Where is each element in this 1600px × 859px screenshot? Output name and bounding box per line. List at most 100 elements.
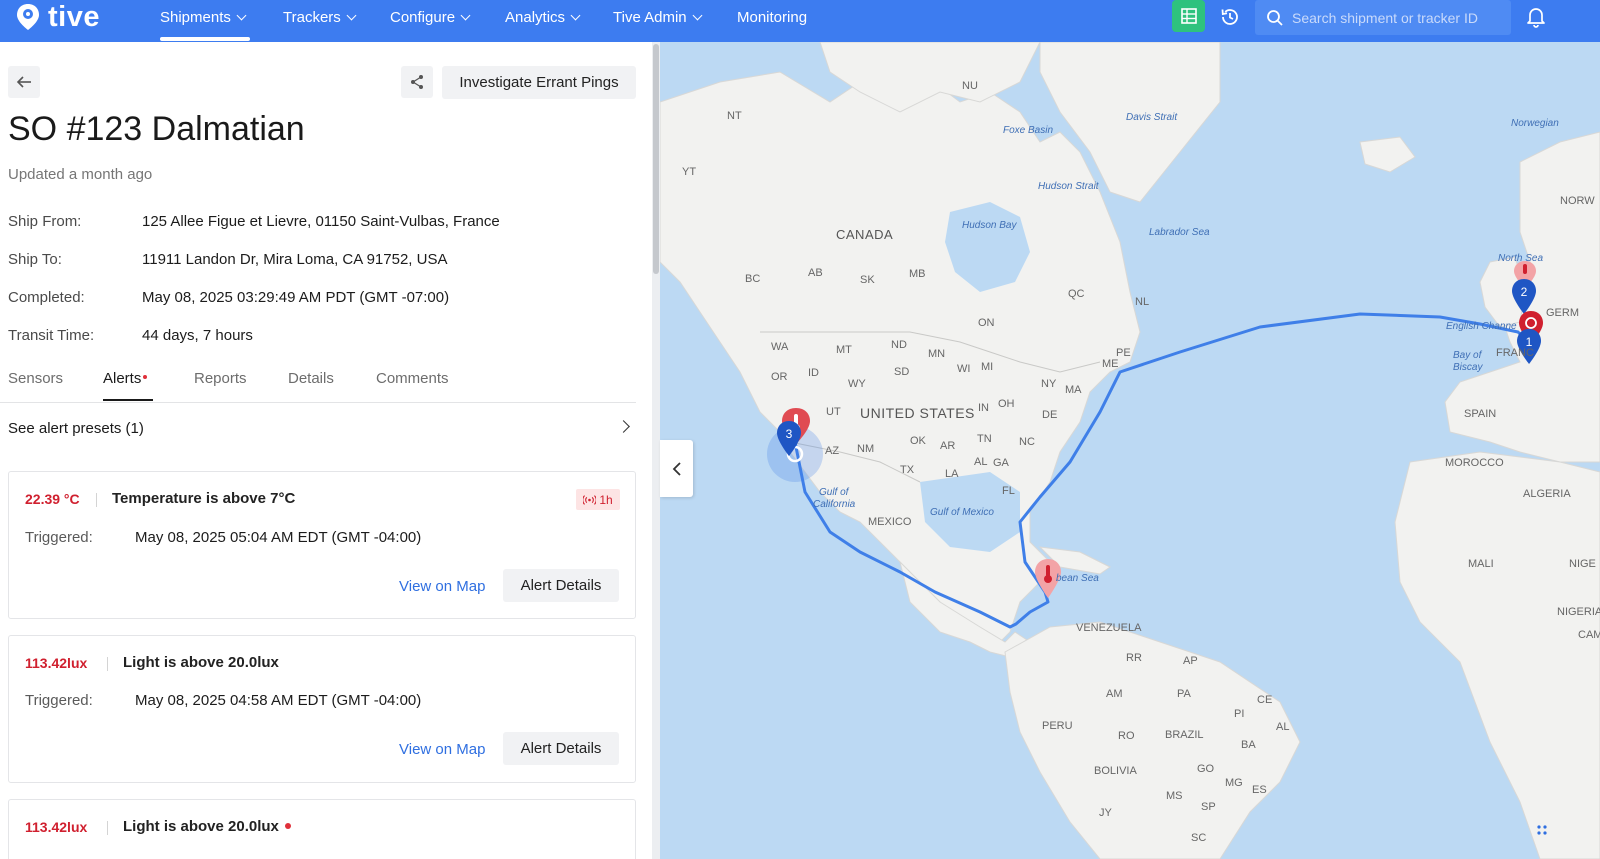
bell-icon	[1527, 8, 1545, 28]
map-label-peru: PERU	[1042, 720, 1073, 732]
map-label-or: OR	[771, 371, 788, 383]
nav-configure[interactable]: Configure	[390, 0, 471, 34]
pin-label: 2	[1521, 285, 1528, 299]
map-label-gulf-of-mexico: Gulf of Mexico	[930, 507, 994, 518]
alert-card: 113.42lux Light is above 20.0lux Trigger…	[8, 635, 636, 783]
collapse-panel-button[interactable]	[660, 440, 693, 497]
view-on-map-link[interactable]: View on Map	[399, 741, 485, 758]
shipment-map[interactable]: 3 2 1 CANADA UNITED STATES MEXICO VENEZU…	[660, 42, 1600, 859]
chevron-right-icon[interactable]	[617, 420, 630, 433]
map-label-tn: TN	[977, 433, 992, 445]
map-label-pi: PI	[1234, 708, 1245, 720]
map-label-norway: NORW	[1560, 195, 1595, 207]
scrollbar-thumb[interactable]	[653, 44, 659, 274]
notifications-button[interactable]	[1522, 0, 1550, 34]
map-label-north-sea: North Sea	[1498, 253, 1544, 264]
map-label-rr: RR	[1126, 652, 1142, 664]
tive-logo[interactable]: tive	[14, 0, 100, 34]
investigate-errant-pings-button[interactable]: Investigate Errant Pings	[442, 66, 636, 99]
map-label-jy: JY	[1099, 807, 1112, 819]
map-label-algeria: ALGERIA	[1523, 488, 1571, 500]
map-label-al: AL	[974, 456, 988, 468]
divider	[107, 657, 108, 671]
map-label-ma: MA	[1065, 384, 1082, 396]
duration-badge: 1h	[576, 489, 620, 510]
triggered-label: Triggered:	[25, 529, 93, 546]
triggered-label: Triggered:	[25, 692, 93, 709]
map-label-labrador-sea: Labrador Sea	[1149, 227, 1210, 238]
nav-label: Trackers	[283, 8, 341, 26]
map-label-tx: TX	[900, 464, 915, 476]
spreadsheet-button[interactable]	[1172, 0, 1205, 32]
transit-time-value: 44 days, 7 hours	[142, 327, 253, 344]
alert-details-button[interactable]: Alert Details	[503, 569, 619, 602]
map-label-gulf-of-california-2: California	[813, 499, 856, 510]
map-label-al2: AL	[1276, 721, 1290, 733]
divider	[107, 821, 108, 835]
top-nav-bar: tive Shipments Trackers Configure Analyt…	[0, 0, 1600, 42]
nav-label: Tive Admin	[613, 8, 687, 26]
map-label-venezuela: VENEZUELA	[1076, 622, 1142, 634]
map-label-bc: BC	[745, 273, 761, 285]
search-icon	[1267, 9, 1283, 26]
chevron-down-icon	[346, 10, 357, 20]
alert-card: 113.42lux Light is above 20.0lux	[8, 799, 636, 859]
nav-shipments[interactable]: Shipments	[160, 0, 247, 34]
map-label-id: ID	[808, 367, 819, 379]
map-label-oh: OH	[998, 398, 1015, 410]
map-label-in: IN	[978, 402, 989, 414]
nav-trackers[interactable]: Trackers	[283, 0, 357, 34]
updated-timestamp: Updated a month ago	[8, 166, 153, 183]
map-label-sp: SP	[1201, 801, 1216, 813]
map-label-go: GO	[1197, 763, 1215, 775]
view-on-map-link[interactable]: View on Map	[399, 578, 485, 595]
alert-indicator-dot	[143, 375, 148, 379]
map-label-niger: NIGE	[1569, 558, 1596, 570]
shipment-title: SO #123 Dalmatian	[8, 110, 305, 148]
map-label-canada: CANADA	[836, 227, 894, 242]
nav-analytics[interactable]: Analytics	[505, 0, 581, 34]
back-button[interactable]	[8, 66, 40, 98]
map-label-am: AM	[1106, 688, 1123, 700]
iceland-landmass	[1359, 136, 1416, 173]
triggered-value: May 08, 2025 05:04 AM EDT (GMT -04:00)	[135, 529, 422, 546]
chevron-down-icon	[570, 10, 581, 20]
map-label-mali: MALI	[1468, 558, 1494, 570]
alert-details-button[interactable]: Alert Details	[503, 732, 619, 765]
map-label-de: DE	[1042, 409, 1058, 421]
map-label-mi: MI	[981, 361, 994, 373]
map-label-norwegian-sea: Norwegian	[1511, 118, 1559, 129]
map-label-nu: NU	[962, 80, 978, 92]
tab-reports[interactable]: Reports	[194, 370, 247, 387]
triggered-value: May 08, 2025 04:58 AM EDT (GMT -04:00)	[135, 692, 422, 709]
tab-details[interactable]: Details	[288, 370, 334, 387]
map-label-nt: NT	[727, 110, 742, 122]
arrow-left-icon	[16, 76, 31, 88]
search-box[interactable]	[1255, 0, 1511, 35]
grip-icon[interactable]	[1536, 824, 1548, 838]
signal-icon	[583, 494, 597, 505]
share-button[interactable]	[401, 66, 433, 98]
map-label-pa: PA	[1177, 688, 1191, 700]
search-input[interactable]	[1292, 9, 1502, 26]
tab-alerts[interactable]: Alerts	[103, 370, 148, 387]
nav-monitoring[interactable]: Monitoring	[737, 0, 807, 34]
nav-tive-admin[interactable]: Tive Admin	[613, 0, 703, 34]
tab-comments[interactable]: Comments	[376, 370, 449, 387]
location-pin-icon	[17, 4, 39, 30]
map-label-yt: YT	[682, 166, 697, 178]
map-label-nl: NL	[1135, 296, 1150, 308]
stop-pin-3[interactable]: 3	[775, 420, 803, 460]
chevron-down-icon	[236, 10, 247, 20]
map-label-az: AZ	[825, 445, 840, 457]
map-label-morocco: MOROCCO	[1445, 457, 1504, 469]
tab-sensors[interactable]: Sensors	[8, 370, 63, 387]
map-label-nm: NM	[857, 443, 875, 455]
map-label-sc: SC	[1191, 832, 1207, 844]
map-label-ce: CE	[1257, 694, 1273, 706]
map-label-cameroon: CAM	[1578, 629, 1600, 641]
detail-tabs: Sensors Alerts Reports Details Comments	[0, 360, 636, 403]
alert-presets-link[interactable]: See alert presets (1)	[8, 420, 144, 437]
alert-value: 113.42lux	[25, 655, 88, 671]
history-button[interactable]	[1215, 0, 1245, 34]
